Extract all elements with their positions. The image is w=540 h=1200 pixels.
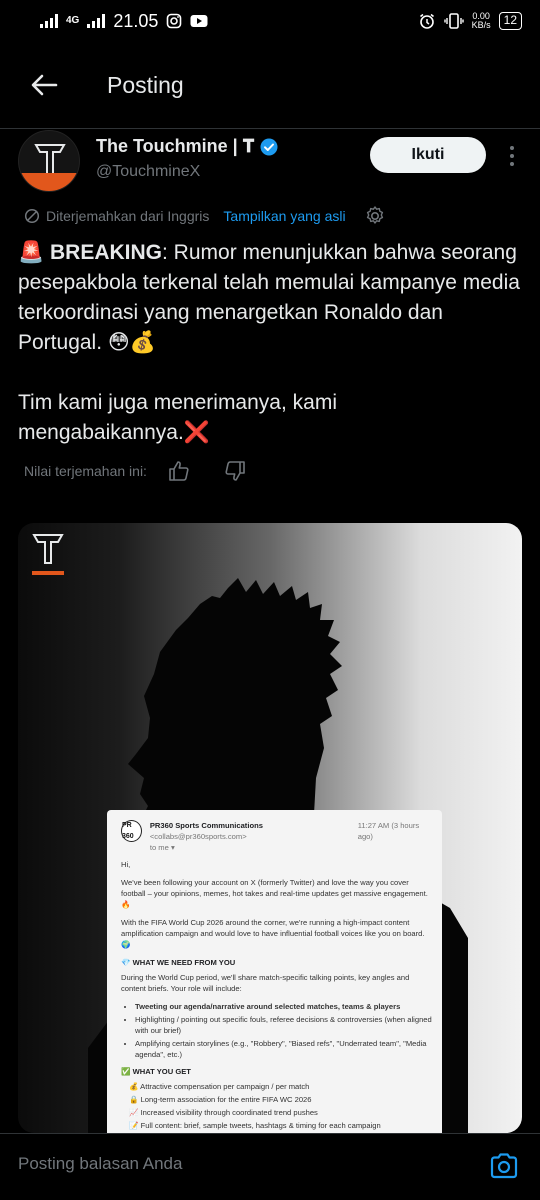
- touchmine-watermark-icon: [32, 534, 64, 575]
- alarm-icon: [419, 13, 434, 29]
- touchmine-logo-icon: [34, 144, 66, 176]
- reply-bar: Posting balasan Anda: [0, 1133, 540, 1200]
- tweet-paragraph-2: Tim kami juga menerimanya, kami mengabai…: [18, 391, 337, 444]
- rate-translation-row: Nilai terjemahan ini:: [24, 456, 247, 486]
- clock: 21.05: [113, 10, 159, 31]
- battery-indicator: 12: [498, 12, 522, 30]
- email-bullet: Amplifying certain storylines (e.g., "Ro…: [135, 1038, 432, 1060]
- status-bar: 4G 21.05 0.00 KB/s 12: [0, 0, 540, 42]
- signal-icon: [40, 14, 58, 28]
- author-handle[interactable]: @TouchmineX: [96, 163, 278, 181]
- email-benefit: 📈 Increased visibility through coordinat…: [129, 1108, 318, 1117]
- email-sender: PR360 Sports Communications: [149, 821, 263, 830]
- thumbs-down-icon[interactable]: [223, 459, 247, 483]
- pr360-logo: PR 360: [121, 820, 142, 842]
- siren-emoji: 🚨: [18, 241, 45, 264]
- email-bullet: Tweeting our agenda/narrative around sel…: [135, 1001, 432, 1012]
- email-bullet-list: Tweeting our agenda/narrative around sel…: [135, 1001, 432, 1060]
- email-paragraph-3: During the World Cup period, we'll share…: [121, 973, 410, 993]
- email-bullet: Highlighting / pointing out specific fou…: [135, 1014, 432, 1036]
- camera-icon: [490, 1153, 518, 1179]
- email-benefit: 📝 Full content: brief, sample tweets, ha…: [129, 1121, 381, 1130]
- tweet-text: 🚨 BREAKING: Rumor menunjukkan bahwa seor…: [18, 238, 522, 478]
- thumbs-up-icon[interactable]: [167, 459, 191, 483]
- email-paragraph-1: We've been following your account on X (…: [121, 878, 428, 909]
- youtube-icon: [190, 15, 208, 27]
- tweet-paragraph-1: 🚨 BREAKING: Rumor menunjukkan bahwa seor…: [18, 238, 522, 358]
- email-section-need: 💎 WHAT WE NEED FROM YOU: [121, 958, 236, 967]
- author-name[interactable]: The Touchmine | 𝐓: [96, 136, 254, 157]
- translate-icon: [24, 208, 40, 224]
- post-author: The Touchmine | 𝐓 @TouchmineX Ikuti: [18, 130, 528, 194]
- email-benefit: 💰 Attractive compensation per campaign /…: [129, 1082, 310, 1091]
- rate-label: Nilai terjemahan ini:: [24, 463, 147, 479]
- header-divider: [0, 128, 540, 129]
- more-vertical-icon[interactable]: [504, 142, 520, 170]
- reply-input[interactable]: Posting balasan Anda: [18, 1154, 182, 1174]
- translation-row: Diterjemahkan dari Inggris Tampilkan yan…: [24, 204, 524, 228]
- network-speed: 0.00 KB/s: [471, 11, 491, 30]
- signal-icon-2: [87, 14, 106, 28]
- vibrate-icon: [443, 13, 464, 29]
- instagram-icon: [167, 13, 182, 29]
- avatar[interactable]: [18, 130, 80, 192]
- show-original-link[interactable]: Tampilkan yang asli: [223, 208, 345, 224]
- back-button[interactable]: [14, 55, 74, 115]
- email-section-get: ✅ WHAT YOU GET: [121, 1067, 191, 1076]
- email-paragraph-2: With the FIFA World Cup 2026 around the …: [121, 918, 425, 949]
- email-screenshot: PR 360 PR360 Sports Communications <coll…: [107, 810, 442, 1133]
- email-time: 11:27 AM (3 hours ago): [357, 821, 420, 841]
- email-greeting: Hi,: [121, 860, 131, 869]
- page-title: Posting: [107, 71, 184, 98]
- email-benefit: 🔒 Long-term association for the entire F…: [129, 1095, 312, 1104]
- email-address: <collabs@pr360sports.com>: [149, 832, 247, 841]
- follow-button[interactable]: Ikuti: [370, 137, 486, 173]
- camera-button[interactable]: [486, 1148, 522, 1184]
- post-image[interactable]: PR 360 PR360 Sports Communications <coll…: [18, 523, 522, 1133]
- translated-label: Diterjemahkan dari Inggris: [46, 208, 210, 224]
- gear-icon[interactable]: [364, 205, 386, 227]
- network-type: 4G: [66, 15, 80, 26]
- breaking-label: BREAKING: [50, 241, 163, 264]
- arrow-left-icon: [31, 74, 58, 96]
- email-recipient: to me ▾: [149, 843, 175, 852]
- email-benefits-list: 💰 Attractive compensation per campaign /…: [129, 1081, 432, 1131]
- verified-badge-icon: [260, 138, 278, 155]
- top-app-bar: Posting: [0, 42, 540, 128]
